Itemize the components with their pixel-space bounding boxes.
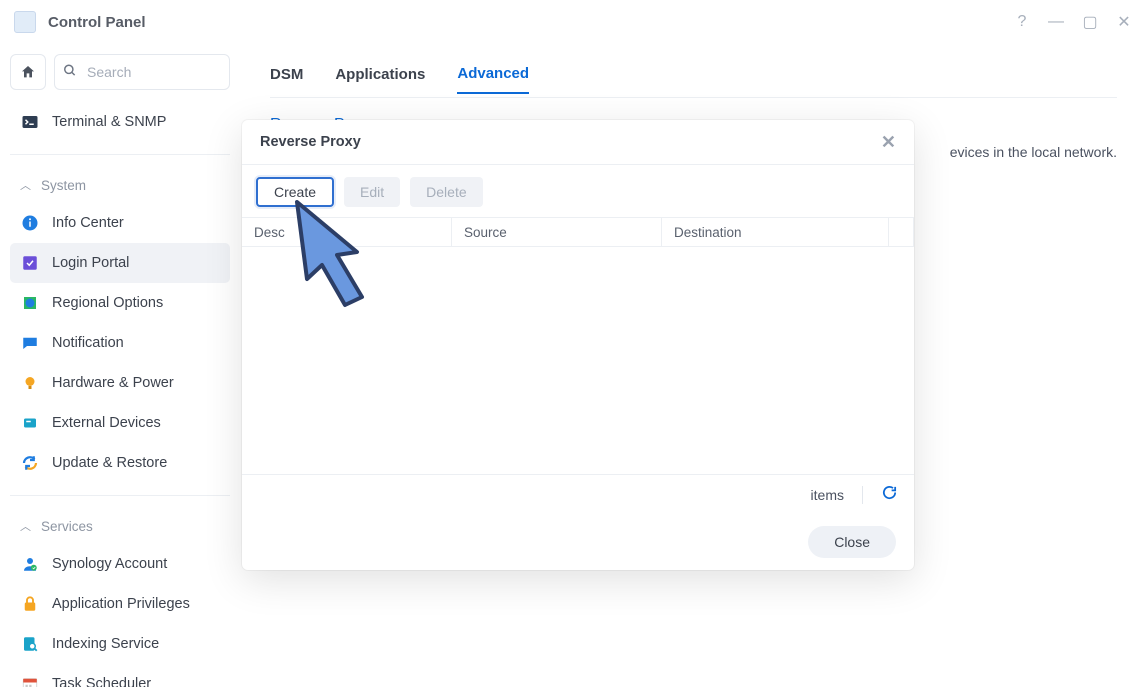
sidebar-item-label: Info Center	[52, 215, 124, 231]
chevron-up-icon: ︿	[20, 177, 31, 193]
help-icon[interactable]: ?	[1013, 13, 1031, 31]
titlebar: Control Panel ? — ▢ ✕	[0, 0, 1147, 44]
edit-button[interactable]: Edit	[344, 177, 400, 207]
calendar-icon	[20, 674, 40, 687]
table-header: Desc Source Destination	[242, 217, 914, 247]
sidebar-group-services[interactable]: ︿ Services	[10, 508, 230, 544]
sidebar-item-indexing-service[interactable]: Indexing Service	[10, 624, 230, 664]
user-icon	[20, 554, 40, 574]
dialog-statusbar: items	[242, 474, 914, 514]
refresh-icon[interactable]	[881, 484, 898, 506]
sidebar-item-label: Hardware & Power	[52, 375, 174, 391]
dialog-title: Reverse Proxy	[260, 134, 361, 150]
separator	[10, 154, 230, 155]
sidebar-item-label: Synology Account	[52, 556, 167, 572]
sidebar-item-synology-account[interactable]: Synology Account	[10, 544, 230, 584]
chevron-up-icon: ︿	[20, 518, 31, 534]
lock-icon	[20, 594, 40, 614]
sidebar-item-label: Task Scheduler	[52, 676, 151, 687]
sidebar-item-terminal-snmp[interactable]: Terminal & SNMP	[10, 102, 230, 142]
sidebar-item-label: Update & Restore	[52, 455, 167, 471]
info-icon	[20, 213, 40, 233]
column-spacer	[889, 218, 914, 246]
column-destination[interactable]: Destination	[662, 218, 889, 246]
app-icon	[14, 11, 36, 33]
chat-icon	[20, 333, 40, 353]
dialog-footer: Close	[242, 514, 914, 570]
search-icon	[63, 64, 77, 81]
sidebar-item-external-devices[interactable]: External Devices	[10, 403, 230, 443]
reverse-proxy-dialog: Reverse Proxy ✕ Create Edit Delete Desc …	[242, 120, 914, 570]
sidebar-item-label: Application Privileges	[52, 596, 190, 612]
bulb-icon	[20, 373, 40, 393]
sidebar-item-notification[interactable]: Notification	[10, 323, 230, 363]
column-description[interactable]: Desc	[242, 218, 452, 246]
sidebar-item-label: Regional Options	[52, 295, 163, 311]
sidebar-item-hardware-power[interactable]: Hardware & Power	[10, 363, 230, 403]
group-label: Services	[41, 519, 93, 534]
refresh-icon	[20, 453, 40, 473]
tab-bar: DSM Applications Advanced	[270, 62, 1117, 98]
window-title: Control Panel	[48, 14, 146, 31]
close-window-icon[interactable]: ✕	[1115, 13, 1133, 31]
maximize-icon[interactable]: ▢	[1081, 13, 1099, 31]
group-label: System	[41, 178, 86, 193]
globe-icon	[20, 293, 40, 313]
dialog-header: Reverse Proxy ✕	[242, 120, 914, 164]
search-field[interactable]	[54, 54, 230, 90]
sidebar: Terminal & SNMP ︿ System Info Center Log…	[0, 44, 240, 687]
minimize-icon[interactable]: —	[1047, 13, 1065, 31]
tab-dsm[interactable]: DSM	[270, 66, 303, 93]
create-button[interactable]: Create	[256, 177, 334, 207]
column-source[interactable]: Source	[452, 218, 662, 246]
sidebar-item-application-privileges[interactable]: Application Privileges	[10, 584, 230, 624]
home-button[interactable]	[10, 54, 46, 90]
sidebar-item-label: Indexing Service	[52, 636, 159, 652]
terminal-icon	[20, 112, 40, 132]
close-button[interactable]: Close	[808, 526, 896, 558]
dialog-close-icon[interactable]: ✕	[881, 132, 896, 153]
table-body	[242, 247, 914, 474]
delete-button[interactable]: Delete	[410, 177, 482, 207]
sidebar-item-label: Login Portal	[52, 255, 129, 271]
sidebar-item-label: External Devices	[52, 415, 161, 431]
dialog-toolbar: Create Edit Delete	[242, 165, 914, 217]
sidebar-item-info-center[interactable]: Info Center	[10, 203, 230, 243]
sidebar-item-task-scheduler[interactable]: Task Scheduler	[10, 664, 230, 687]
tab-advanced[interactable]: Advanced	[457, 65, 529, 94]
items-label: items	[811, 487, 844, 503]
sidebar-group-system[interactable]: ︿ System	[10, 167, 230, 203]
sidebar-item-regional-options[interactable]: Regional Options	[10, 283, 230, 323]
device-icon	[20, 413, 40, 433]
sidebar-item-label: Notification	[52, 335, 124, 351]
search-doc-icon	[20, 634, 40, 654]
sidebar-item-login-portal[interactable]: Login Portal	[10, 243, 230, 283]
tab-applications[interactable]: Applications	[335, 66, 425, 93]
sidebar-item-label: Terminal & SNMP	[52, 114, 166, 130]
portal-icon	[20, 253, 40, 273]
sidebar-item-update-restore[interactable]: Update & Restore	[10, 443, 230, 483]
search-input[interactable]	[54, 54, 230, 90]
separator	[10, 495, 230, 496]
